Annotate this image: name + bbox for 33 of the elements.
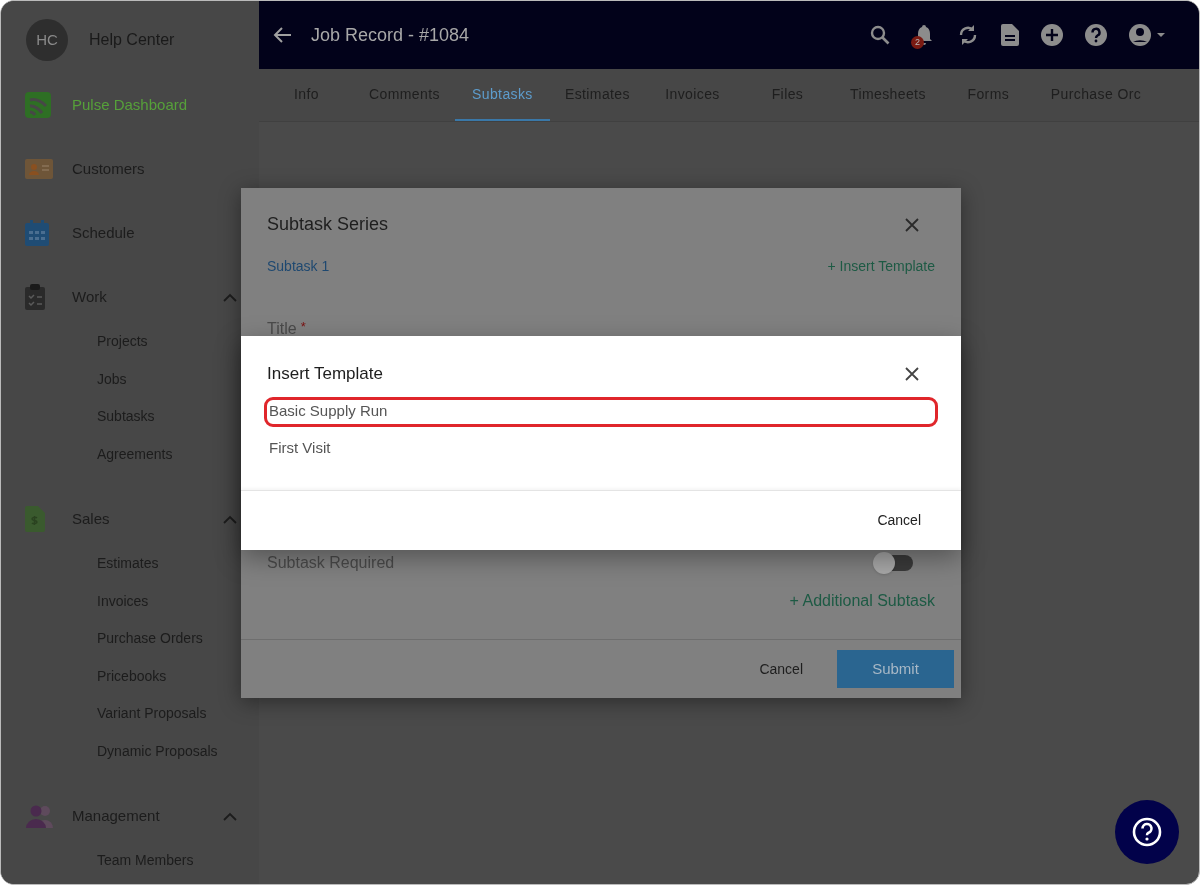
sync-icon[interactable] xyxy=(957,23,979,47)
dialog-title: Subtask Series xyxy=(267,213,389,236)
search-icon[interactable] xyxy=(869,24,891,46)
submit-button[interactable]: Submit xyxy=(837,650,954,688)
toggle-switch[interactable] xyxy=(875,555,913,571)
subtask-tab[interactable]: Subtask 1 xyxy=(267,256,330,277)
notification-badge: 2 xyxy=(911,36,924,49)
notifications-button[interactable]: 2 xyxy=(913,23,935,47)
template-item[interactable]: First Visit xyxy=(264,433,938,464)
contact-card-icon xyxy=(25,159,53,179)
page-title: Job Record - #1084 xyxy=(311,23,470,47)
close-icon[interactable] xyxy=(905,366,919,381)
back-arrow-icon[interactable] xyxy=(273,25,293,45)
help-icon xyxy=(1132,817,1162,847)
people-icon xyxy=(25,804,55,828)
help-icon[interactable] xyxy=(1085,24,1107,46)
document-icon[interactable] xyxy=(1001,24,1019,46)
invoice-icon xyxy=(25,506,45,532)
cancel-button[interactable]: Cancel xyxy=(867,502,931,539)
calendar-icon xyxy=(25,220,49,246)
cancel-button[interactable]: Cancel xyxy=(747,650,815,688)
modal-title: Insert Template xyxy=(267,363,383,385)
dashboard-icon xyxy=(25,92,51,118)
required-mark: * xyxy=(300,318,306,336)
template-item[interactable]: Basic Supply Run xyxy=(264,396,938,427)
user-avatar[interactable]: HC xyxy=(26,19,68,61)
add-icon[interactable] xyxy=(1041,24,1063,46)
additional-subtask-link[interactable]: + Additional Subtask xyxy=(789,592,935,609)
tab[interactable]: Subtasks xyxy=(454,69,550,121)
clipboard-icon xyxy=(25,284,45,310)
sidebar-item[interactable]: Pulse Dashboard xyxy=(72,93,188,117)
insert-template-link[interactable]: + Insert Template xyxy=(827,256,935,277)
account-menu-icon[interactable] xyxy=(1129,23,1165,47)
